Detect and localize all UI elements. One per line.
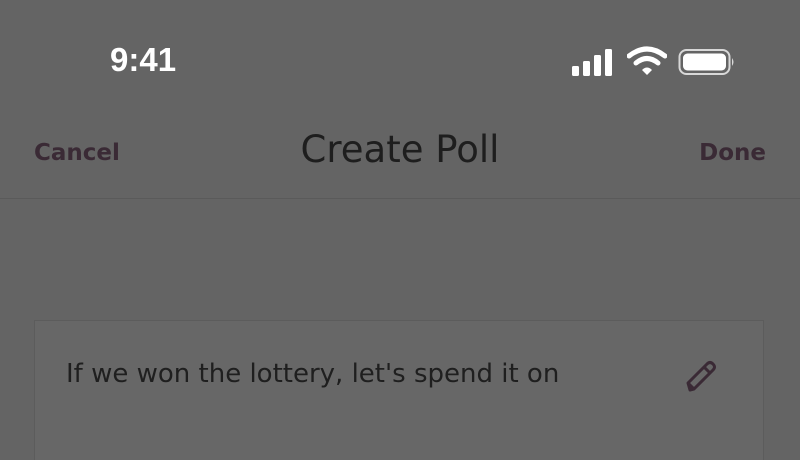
done-button[interactable]: Done <box>699 140 766 166</box>
cellular-signal-icon <box>572 48 616 76</box>
battery-icon <box>678 48 736 76</box>
wifi-icon <box>626 46 668 76</box>
status-time: 9:41 <box>110 41 177 78</box>
pencil-icon[interactable] <box>680 355 722 397</box>
poll-question-card[interactable]: If we won the lottery, let's spend it on <box>34 320 764 460</box>
cancel-button[interactable]: Cancel <box>34 140 120 166</box>
header-divider <box>0 198 800 199</box>
page-title: Create Poll <box>300 128 500 171</box>
poll-question-text[interactable]: If we won the lottery, let's spend it on <box>66 359 559 389</box>
navigation-header: Cancel Create Poll Done <box>0 110 800 198</box>
status-icons <box>572 44 742 78</box>
